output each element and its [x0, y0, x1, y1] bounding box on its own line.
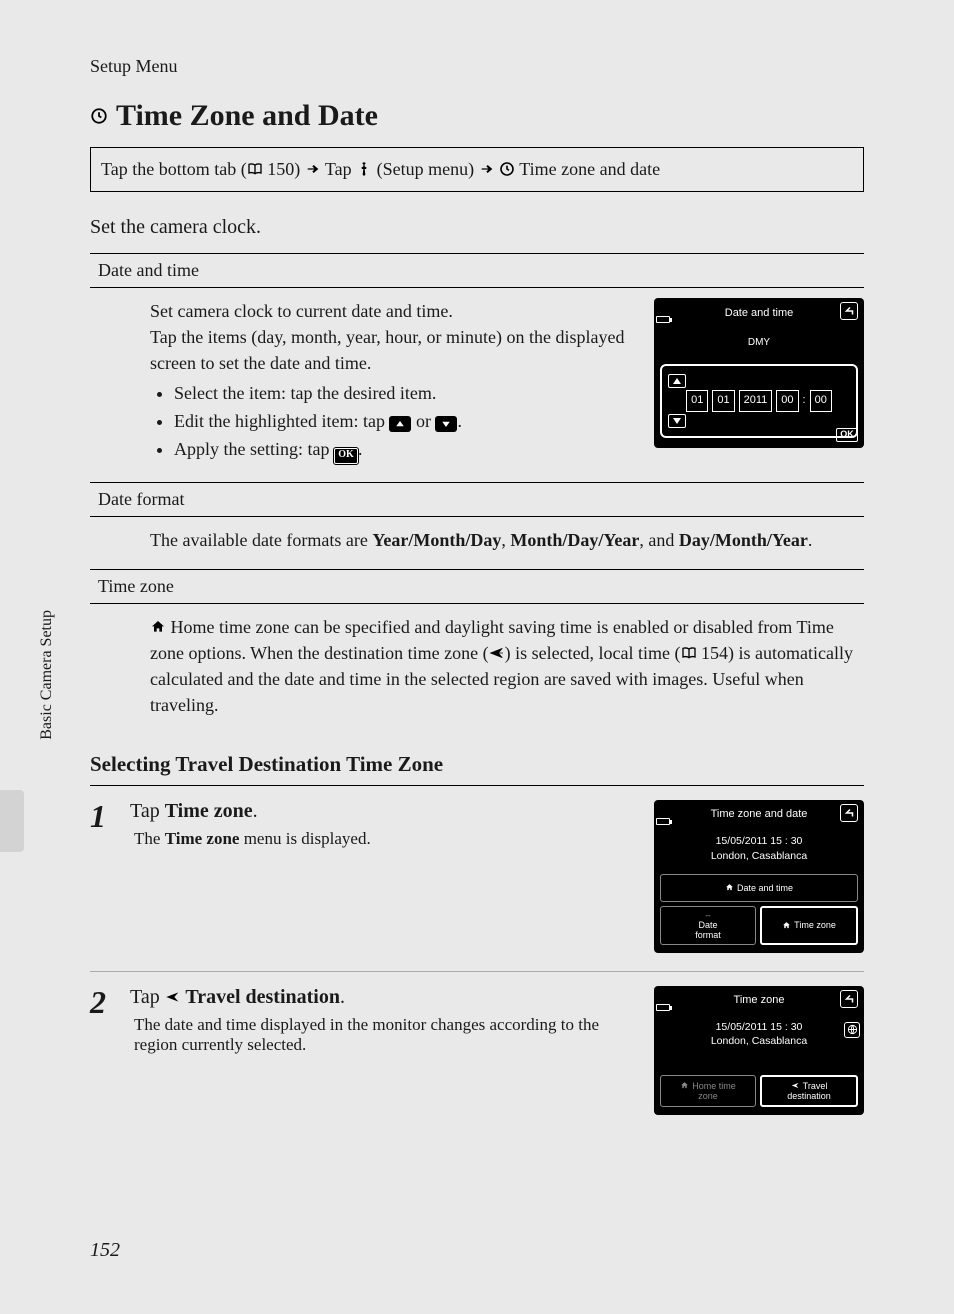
minute-cell: 00: [810, 390, 832, 412]
section-date-format-head: Date format: [90, 482, 864, 517]
lcd-datetime: 15/05/2011 15 : 30: [660, 834, 858, 849]
lcd-location: London, Casablanca: [660, 1034, 858, 1049]
step-1-desc: The Time zone menu is displayed.: [130, 829, 640, 849]
lcd-title: Time zone: [734, 994, 785, 1006]
bullet-edit-item: Edit the highlighted item: tap or .: [174, 408, 634, 434]
bullet-apply: Apply the setting: tap OK.: [174, 436, 634, 463]
lcd-title: Date and time: [725, 307, 793, 319]
month-cell: 01: [712, 390, 734, 412]
side-chapter-label: Basic Camera Setup: [38, 610, 56, 740]
lcd-datetime: 15/05/2011 15 : 30: [660, 1020, 858, 1035]
section-date-time-head: Date and time: [90, 253, 864, 288]
lcd-btn-date-time: Date and time: [660, 874, 858, 902]
page-number: 152: [90, 1239, 120, 1262]
lcd-date-panel: 01 01 2011 00: 00: [660, 364, 858, 438]
figure-date-time-screen: Date and time DMY 01 01 2011 00: 00 OK: [654, 298, 864, 448]
back-icon: [840, 990, 858, 1008]
lcd-btn-time-zone: Time zone: [760, 906, 858, 945]
year-cell: 2011: [739, 390, 773, 412]
navigation-path: Tap the bottom tab ( 150) Tap (Setup men…: [90, 147, 864, 192]
title-text: Time Zone and Date: [116, 99, 378, 133]
ok-button: OK: [836, 428, 858, 442]
plane-icon: [165, 989, 181, 1005]
plane-icon: [489, 645, 505, 661]
section-time-zone-head: Time zone: [90, 569, 864, 604]
date-time-bullets: Select the item: tap the desired item. E…: [174, 380, 634, 463]
globe-icon: [844, 1022, 860, 1038]
battery-icon: [656, 818, 670, 825]
back-icon: [840, 804, 858, 822]
down-key-icon: [435, 416, 457, 432]
lcd-btn-date-format: --Dateformat: [660, 906, 756, 945]
lcd-btn-travel-destination: Traveldestination: [760, 1075, 858, 1107]
day-cell: 01: [686, 390, 708, 412]
step-number: 1: [90, 800, 116, 832]
page-title: Time Zone and Date: [90, 99, 864, 133]
clock-icon: [90, 107, 108, 125]
battery-icon: [656, 316, 670, 323]
figure-travel-destination: Time zone 15/05/2011 15 : 30 London, Cas…: [654, 986, 864, 1115]
lcd-format-label: DMY: [660, 336, 858, 351]
arrow-right-icon: [305, 161, 321, 177]
step-1-title: Tap Time zone.: [130, 800, 640, 823]
wrench-icon: [356, 161, 372, 177]
back-icon: [840, 302, 858, 320]
up-key-icon: [389, 416, 411, 432]
clock-icon: [499, 161, 515, 177]
ok-key-icon: OK: [334, 448, 358, 464]
book-icon: [247, 161, 263, 177]
step-2: 2 Tap Travel destination. The date and t…: [90, 972, 864, 1133]
arrow-right-icon: [479, 161, 495, 177]
section-date-format-body: The available date formats are Year/Mont…: [90, 517, 864, 569]
lcd-btn-home-time-zone: Home timezone: [660, 1075, 756, 1107]
side-thumb-tab: [0, 790, 24, 852]
step-2-title: Tap Travel destination.: [130, 986, 640, 1009]
intro-text: Set the camera clock.: [90, 216, 864, 239]
home-icon: [150, 619, 166, 635]
breadcrumb: Setup Menu: [90, 56, 864, 77]
lcd-location: London, Casablanca: [660, 849, 858, 864]
step-1: 1 Tap Time zone. The Time zone menu is d…: [90, 786, 864, 971]
up-arrow-button: [668, 374, 686, 388]
manual-page: Basic Camera Setup Setup Menu Time Zone …: [0, 0, 954, 1314]
down-arrow-button: [668, 414, 686, 428]
step-number: 2: [90, 986, 116, 1018]
figure-timezone-menu: Time zone and date 15/05/2011 15 : 30 Lo…: [654, 800, 864, 952]
battery-icon: [656, 1004, 670, 1011]
section-date-time-body: Set camera clock to current date and tim…: [90, 288, 864, 482]
book-icon: [681, 645, 697, 661]
subheading: Selecting Travel Destination Time Zone: [90, 752, 864, 777]
lcd-title: Time zone and date: [711, 808, 808, 820]
hour-cell: 00: [776, 390, 798, 412]
section-time-zone-body: Home time zone can be specified and dayl…: [90, 604, 864, 734]
bullet-select-item: Select the item: tap the desired item.: [174, 380, 634, 406]
step-list: 1 Tap Time zone. The Time zone menu is d…: [90, 785, 864, 1133]
step-2-desc: The date and time displayed in the monit…: [130, 1015, 640, 1055]
